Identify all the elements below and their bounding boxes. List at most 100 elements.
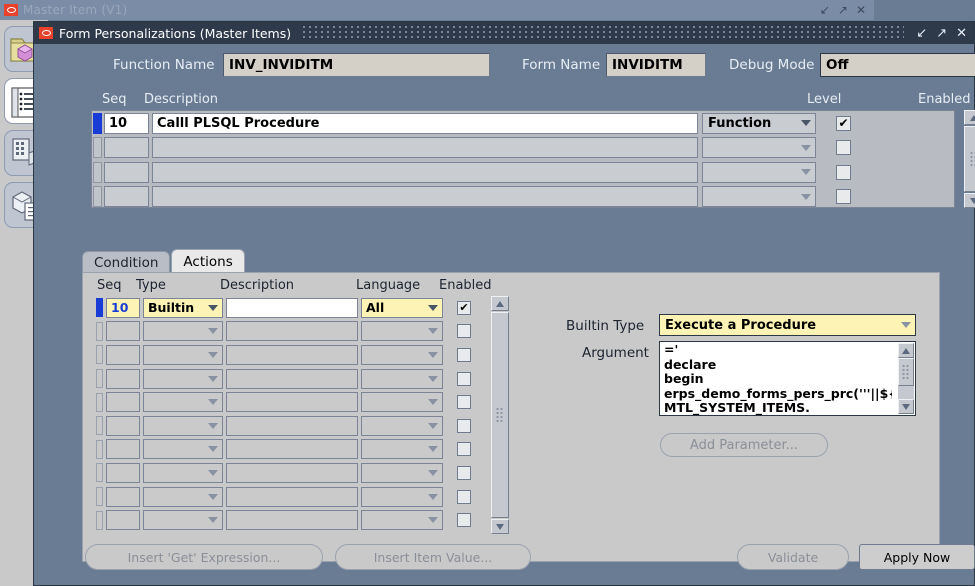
cell-description[interactable]: [226, 344, 358, 365]
cell-type[interactable]: [143, 439, 223, 460]
cell-language[interactable]: [361, 415, 443, 436]
chevron-down-icon[interactable]: [208, 422, 218, 429]
cell-seq[interactable]: [104, 186, 149, 208]
chevron-down-icon[interactable]: [801, 120, 811, 127]
actions-grid-scrollbar[interactable]: [491, 296, 509, 534]
cell-enabled-checkbox[interactable]: [457, 347, 471, 362]
cell-seq[interactable]: [106, 439, 140, 460]
minimize-icon[interactable]: ↙: [820, 4, 830, 16]
cell-seq[interactable]: 10: [106, 297, 140, 318]
cell-enabled-checkbox[interactable]: [457, 324, 471, 339]
debug-mode-select[interactable]: Off: [820, 53, 975, 77]
scroll-down-icon[interactable]: [898, 399, 914, 414]
cell-description[interactable]: Calll PLSQL Procedure: [152, 112, 698, 134]
chevron-down-icon[interactable]: [428, 422, 438, 429]
row-selector[interactable]: [93, 161, 102, 183]
cell-type[interactable]: [143, 510, 223, 531]
cell-description[interactable]: [226, 510, 358, 531]
apply-now-button[interactable]: Apply Now: [859, 544, 975, 570]
cell-type[interactable]: [143, 462, 223, 483]
table-row[interactable]: [95, 461, 490, 485]
chevron-down-icon[interactable]: [428, 517, 438, 524]
chevron-down-icon[interactable]: [208, 399, 218, 406]
cell-level[interactable]: [702, 161, 816, 183]
chevron-down-icon[interactable]: [208, 328, 218, 335]
row-selector[interactable]: [96, 321, 103, 341]
validate-button[interactable]: Validate: [737, 544, 849, 570]
cell-language[interactable]: [361, 439, 443, 460]
cell-enabled-checkbox[interactable]: ✔: [457, 300, 471, 315]
cell-description[interactable]: [226, 462, 358, 483]
form-name-field[interactable]: INVIDITM: [606, 53, 706, 77]
cell-description[interactable]: [226, 439, 358, 460]
cell-enabled-checkbox[interactable]: [836, 164, 851, 180]
cell-enabled-checkbox[interactable]: [457, 465, 471, 480]
cell-type[interactable]: [143, 486, 223, 507]
scrollbar-thumb[interactable]: [964, 126, 975, 192]
row-selector[interactable]: [96, 345, 103, 365]
chevron-down-icon[interactable]: [428, 446, 438, 453]
insert-get-expression-button[interactable]: Insert 'Get' Expression...: [85, 544, 323, 570]
cell-enabled-checkbox[interactable]: [457, 418, 471, 433]
chevron-down-icon[interactable]: [428, 304, 438, 311]
builtin-type-select[interactable]: Execute a Procedure: [659, 314, 916, 336]
scroll-up-icon[interactable]: [964, 110, 975, 125]
row-selector[interactable]: [96, 369, 103, 389]
cell-language[interactable]: [361, 486, 443, 507]
cell-description[interactable]: [226, 297, 358, 318]
chevron-down-icon[interactable]: [428, 328, 438, 335]
cell-enabled-checkbox[interactable]: ✔: [836, 115, 851, 131]
cell-seq[interactable]: [106, 368, 140, 389]
row-selector[interactable]: [96, 510, 103, 530]
chevron-down-icon[interactable]: [208, 517, 218, 524]
cell-type[interactable]: [143, 392, 223, 413]
cell-seq[interactable]: [106, 486, 140, 507]
minimize-icon[interactable]: ↙: [916, 27, 927, 40]
cell-type[interactable]: [143, 344, 223, 365]
scrollbar-thumb[interactable]: [491, 312, 509, 518]
chevron-down-icon[interactable]: [428, 469, 438, 476]
cell-description[interactable]: [152, 137, 698, 159]
argument-textarea[interactable]: =' declare begin erps_demo_forms_pers_pr…: [659, 341, 916, 416]
cell-description[interactable]: [226, 486, 358, 507]
scroll-up-icon[interactable]: [491, 296, 509, 311]
cell-description[interactable]: [226, 415, 358, 436]
cell-description[interactable]: [226, 368, 358, 389]
cell-enabled-checkbox[interactable]: [457, 513, 471, 528]
row-selector[interactable]: [96, 416, 103, 436]
row-selector[interactable]: [96, 439, 103, 459]
argument-scrollbar[interactable]: [898, 343, 914, 414]
table-row[interactable]: [95, 367, 490, 391]
cell-description[interactable]: [152, 161, 698, 183]
cell-language[interactable]: All: [361, 297, 443, 318]
table-row[interactable]: [95, 485, 490, 509]
table-row[interactable]: 10 Calll PLSQL Procedure Function ✔: [92, 111, 954, 136]
row-selector[interactable]: [93, 186, 102, 208]
cell-language[interactable]: [361, 510, 443, 531]
cell-description[interactable]: [226, 321, 358, 342]
cell-type[interactable]: [143, 415, 223, 436]
scroll-down-icon[interactable]: [491, 519, 509, 534]
dialog-titlebar[interactable]: Form Personalizations (Master Items) ↙ ↗…: [34, 22, 974, 44]
insert-item-value-button[interactable]: Insert Item Value...: [335, 544, 531, 570]
chevron-down-icon[interactable]: [901, 322, 911, 328]
cell-enabled-checkbox[interactable]: [457, 489, 471, 504]
chevron-down-icon[interactable]: [428, 399, 438, 406]
cell-enabled-checkbox[interactable]: [836, 189, 851, 205]
cell-seq[interactable]: [106, 392, 140, 413]
chevron-down-icon[interactable]: [801, 193, 811, 200]
cell-level[interactable]: [702, 186, 816, 208]
table-row[interactable]: [95, 320, 490, 344]
cell-type[interactable]: [143, 368, 223, 389]
table-row[interactable]: [92, 185, 954, 210]
cell-language[interactable]: [361, 344, 443, 365]
cell-type[interactable]: Builtin: [143, 297, 223, 318]
add-parameter-button[interactable]: Add Parameter...: [660, 433, 828, 457]
chevron-down-icon[interactable]: [801, 144, 811, 151]
tab-actions[interactable]: Actions: [171, 249, 245, 273]
cell-description[interactable]: [152, 186, 698, 208]
close-icon[interactable]: ✕: [856, 4, 866, 16]
cell-seq[interactable]: 10: [104, 112, 149, 134]
cell-enabled-checkbox[interactable]: [457, 371, 471, 386]
table-row[interactable]: [95, 414, 490, 438]
